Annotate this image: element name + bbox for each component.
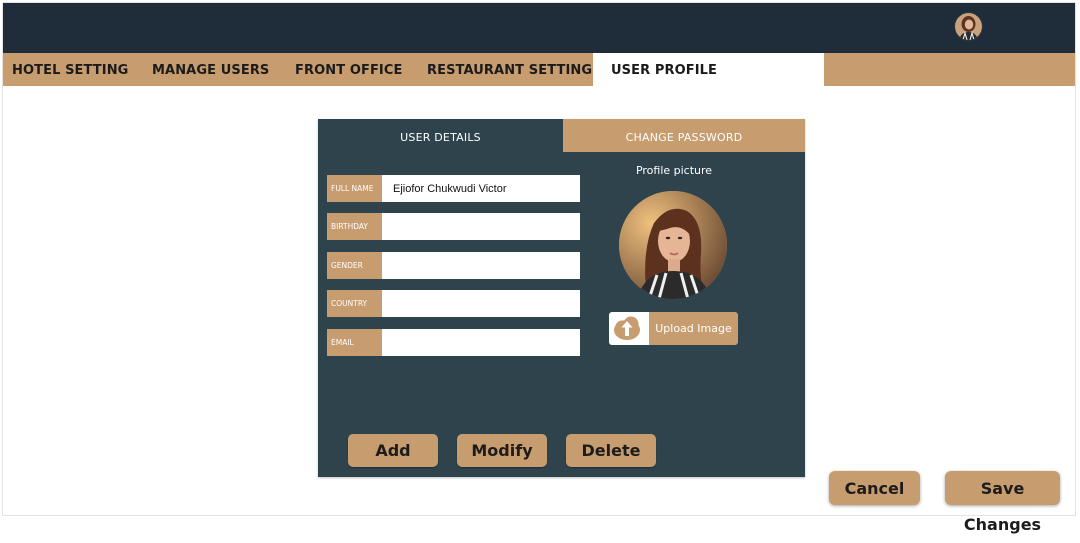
cancel-button[interactable]: Cancel — [829, 471, 920, 505]
email-field[interactable] — [382, 329, 580, 356]
nav-item-front-office[interactable]: FRONT OFFICE — [295, 53, 403, 86]
top-bar — [3, 3, 1075, 53]
gender-label: GENDER — [327, 252, 382, 279]
upload-icon-container — [609, 312, 649, 345]
full-name-label: FULL NAME — [327, 175, 382, 202]
upload-image-label: Upload Image — [649, 312, 738, 345]
nav-item-user-profile[interactable]: USER PROFILE — [593, 53, 824, 86]
profile-picture — [619, 191, 727, 299]
tab-user-details[interactable]: USER DETAILS — [318, 119, 563, 152]
upload-image-button[interactable]: Upload Image — [609, 312, 738, 345]
birthday-field[interactable] — [382, 213, 580, 240]
save-changes-button[interactable]: Save Changes — [945, 471, 1060, 534]
nav-item-hotel-setting[interactable]: HOTEL SETTING — [12, 53, 128, 86]
nav-item-manage-users[interactable]: MANAGE USERS — [152, 53, 269, 86]
main-nav: HOTEL SETTING MANAGE USERS FRONT OFFICE … — [3, 53, 1075, 86]
user-avatar-icon[interactable] — [955, 13, 982, 40]
full-name-field[interactable] — [382, 175, 580, 202]
country-label: COUNTRY — [327, 290, 382, 317]
gender-field[interactable] — [382, 252, 580, 279]
modify-button[interactable]: Modify — [457, 434, 547, 467]
country-field[interactable] — [382, 290, 580, 317]
profile-picture-title: Profile picture — [635, 164, 713, 177]
email-label: EMAIL — [327, 329, 382, 356]
upload-arrow-icon — [614, 316, 640, 340]
birthday-label: BIRTHDAY — [327, 213, 382, 240]
user-profile-panel: USER DETAILS CHANGE PASSWORD FULL NAME B… — [318, 119, 805, 477]
delete-button[interactable]: Delete — [566, 434, 656, 467]
add-button[interactable]: Add — [348, 434, 438, 467]
nav-item-restaurant-setting[interactable]: RESTAURANT SETTING — [427, 53, 592, 86]
tab-change-password[interactable]: CHANGE PASSWORD — [563, 119, 805, 152]
